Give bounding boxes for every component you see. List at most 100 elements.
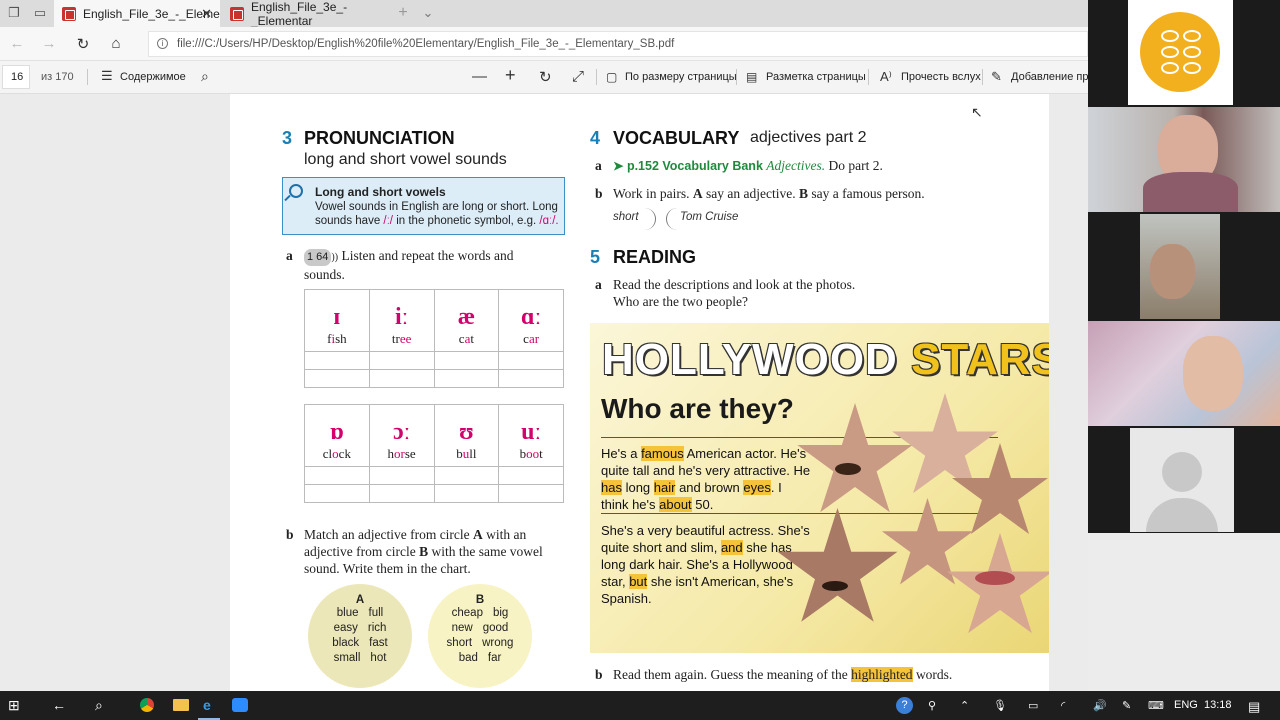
- eye-detail: [835, 463, 861, 475]
- adjective: wrong: [482, 637, 514, 649]
- read-aloud-button[interactable]: Прочесть вслух: [901, 71, 981, 83]
- vowel-cell: ɑː car: [498, 289, 564, 352]
- language-indicator[interactable]: ENG: [1174, 699, 1198, 711]
- text-part: Do part 2.: [828, 158, 883, 173]
- audio-track-badge[interactable]: 1 64: [304, 249, 332, 266]
- tab-preview-icon[interactable]: ▭: [32, 5, 48, 21]
- highlighted-word: famous: [641, 446, 684, 461]
- participant-tile[interactable]: [1088, 428, 1280, 533]
- back-icon[interactable]: ←: [52, 697, 66, 713]
- rotate-icon[interactable]: ↻: [539, 68, 552, 86]
- adjective: full: [368, 607, 384, 619]
- adjective: big: [492, 607, 509, 619]
- chrome-icon[interactable]: [140, 698, 154, 712]
- magazine-title: HOLLYWOOD STARS: [602, 335, 1049, 385]
- volume-icon[interactable]: 🔊: [1093, 699, 1107, 712]
- clock[interactable]: 13:18: [1204, 699, 1232, 711]
- tip-text-part: in the phonetic symbol, e.g.: [396, 215, 537, 227]
- new-tab-icon[interactable]: +: [395, 5, 411, 21]
- participant-body: [1143, 172, 1238, 212]
- vowel-word: horse: [370, 446, 434, 462]
- title-word: STARS: [911, 335, 1049, 384]
- help-icon[interactable]: ?: [896, 697, 913, 714]
- chevron-down-icon[interactable]: ⌄: [420, 5, 436, 21]
- page-layout-icon: ▤: [746, 70, 758, 84]
- participant-tile[interactable]: [1088, 107, 1280, 212]
- vocab-bank-link[interactable]: ➤ p.152 Vocabulary Bank: [613, 159, 763, 173]
- tab-actions-icon[interactable]: ❐: [6, 5, 22, 21]
- chevron-up-icon[interactable]: ⌃: [960, 699, 969, 712]
- text-part: Work in pairs.: [613, 186, 693, 201]
- answer-cell: [433, 484, 500, 503]
- word-part: t: [539, 446, 543, 461]
- windows-start-icon[interactable]: ⊞: [8, 697, 20, 714]
- logo-dot: [1161, 46, 1179, 58]
- phoneme: iː: [394, 304, 409, 330]
- add-notes-button[interactable]: Добавление при: [1011, 71, 1095, 83]
- pdf-viewport[interactable]: 3 PRONUNCIATION long and short vowel sou…: [0, 94, 1088, 691]
- fit-page-button[interactable]: По размеру страницы: [625, 71, 737, 83]
- adjective: new: [451, 622, 473, 634]
- tab-pdf-1[interactable]: English_File_3e_-_Eleme ✕: [54, 0, 220, 27]
- page-number-input[interactable]: 16: [2, 65, 30, 89]
- url-field[interactable]: i file:///C:/Users/HP/Desktop/English%20…: [148, 31, 1088, 57]
- forward-icon[interactable]: →: [40, 35, 58, 52]
- word-part: cl: [322, 446, 333, 461]
- read-aloud-icon: A⁾: [880, 69, 892, 84]
- section-title: VOCABULARY: [613, 128, 740, 148]
- text-line: Read the descriptions and look at the ph…: [613, 277, 856, 292]
- search-icon[interactable]: ⌕: [95, 697, 103, 714]
- search-icon[interactable]: ⌕: [201, 68, 209, 85]
- answer-cell: [433, 466, 500, 485]
- battery-icon[interactable]: ▭: [1028, 699, 1038, 712]
- vowel-cell: æ cat: [433, 289, 500, 352]
- info-icon[interactable]: i: [157, 38, 168, 49]
- speech-bubble-1: short: [613, 211, 639, 223]
- text-part: long: [621, 480, 654, 495]
- tip-symbol: /ː/: [383, 215, 394, 227]
- address-bar: ← → ↻ ⌂ i file:///C:/Users/HP/Desktop/En…: [0, 27, 1088, 61]
- contents-icon[interactable]: ☰: [101, 68, 113, 84]
- logo-dot: [1183, 30, 1201, 42]
- fit-width-icon[interactable]: ⤢: [572, 68, 584, 85]
- pen-icon[interactable]: ✎: [1122, 699, 1131, 712]
- back-icon[interactable]: ←: [8, 35, 26, 52]
- tab-pdf-2[interactable]: English_File_3e_-_Elementar: [222, 0, 388, 28]
- vocab-bank-topic: Adjectives.: [766, 158, 826, 173]
- keyboard-icon[interactable]: ⌨: [1148, 699, 1164, 712]
- answer-cell: [498, 466, 564, 485]
- edge-icon[interactable]: e: [203, 697, 211, 713]
- vowel-cell: ʊ bull: [433, 404, 500, 467]
- answer-cell: [368, 369, 435, 388]
- mouse-cursor-icon: ↖: [971, 104, 983, 120]
- close-tab-icon[interactable]: ✕: [201, 6, 212, 22]
- page-layout-button[interactable]: Разметка страницы: [766, 71, 866, 83]
- participant-tile[interactable]: [1088, 214, 1280, 319]
- people-icon[interactable]: ⚲: [928, 699, 936, 712]
- answer-cell: [304, 484, 370, 503]
- zoom-out-icon[interactable]: —: [472, 68, 487, 85]
- contents-button[interactable]: Содержимое: [120, 71, 186, 83]
- file-explorer-icon[interactable]: [173, 699, 189, 711]
- avatar-head-icon: [1162, 452, 1202, 492]
- home-icon[interactable]: ⌂: [107, 35, 125, 52]
- answer-cell: [304, 369, 370, 388]
- pdf-file-icon: [62, 6, 76, 21]
- description-1: He's a famous American actor. He's quite…: [601, 445, 811, 513]
- circle-heading: A: [355, 594, 365, 606]
- text-part: 50.: [691, 497, 714, 512]
- wifi-icon[interactable]: ◜: [1061, 699, 1065, 712]
- vowel-cell: ɔː horse: [368, 404, 435, 467]
- participant-tile[interactable]: [1088, 0, 1280, 105]
- answer-cell: [304, 466, 370, 485]
- notifications-icon[interactable]: ▤: [1248, 699, 1260, 715]
- zoom-in-icon[interactable]: +: [505, 65, 516, 86]
- zoom-app-icon[interactable]: [232, 698, 248, 712]
- highlighted-word: but: [629, 574, 648, 589]
- participant-tile[interactable]: [1088, 321, 1280, 426]
- text-part: Read them again. Guess the meaning of th…: [613, 667, 852, 682]
- microphone-icon[interactable]: 🎙: [993, 699, 1007, 712]
- text-bold: B: [419, 544, 429, 559]
- refresh-icon[interactable]: ↻: [74, 35, 92, 53]
- text-part: say a famous person.: [808, 186, 925, 201]
